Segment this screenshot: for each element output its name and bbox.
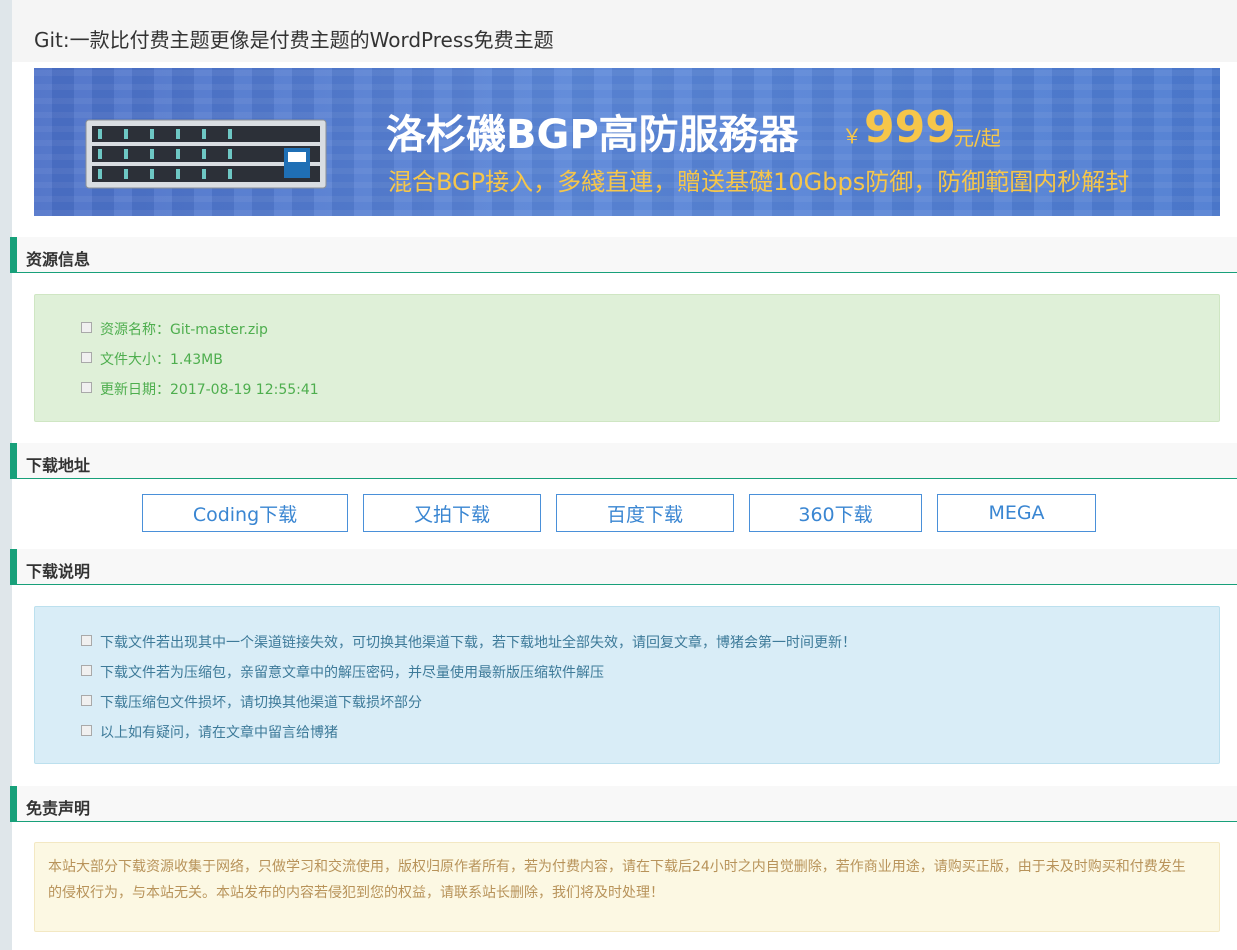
checkbox-icon [81, 695, 92, 706]
instruction-text: 下载压缩包文件损坏，请切换其他渠道下载损坏部分 [100, 695, 422, 711]
resource-name: 资源名称：Git-master.zip [100, 322, 268, 338]
list-item: 以上如有疑问，请在文章中留言给博猪 [81, 722, 338, 742]
360-download-button[interactable]: 360下载 [749, 494, 922, 532]
server-rack-image [85, 119, 327, 189]
disclaimer-box: 本站大部分下载资源收集于网络，只做学习和交流使用，版权归原作者所有，若为付费内容… [34, 842, 1220, 932]
section-header-resource-info: 资源信息 [10, 237, 1237, 273]
title-bar: Git:一款比付费主题更像是付费主题的WordPress免费主题 [12, 0, 1237, 62]
list-item: 更新日期：2017-08-19 12:55:41 [81, 379, 319, 399]
section-title: 下载地址 [26, 456, 91, 475]
baidu-download-button[interactable]: 百度下载 [556, 494, 734, 532]
banner-headline: 洛杉磯BGP高防服務器 [386, 112, 799, 158]
mega-download-button[interactable]: MEGA [937, 494, 1096, 532]
banner-subline: 混合BGP接入，多綫直連，贈送基礎10Gbps防御，防御範圍内秒解封 [388, 168, 1130, 196]
list-item: 下载文件若出现其中一个渠道链接失效，可切换其他渠道下载，若下载地址全部失效，请回… [81, 632, 856, 652]
banner-price-unit: 元/起 [954, 126, 1001, 150]
checkbox-icon [81, 635, 92, 646]
section-header-disclaimer: 免责声明 [10, 786, 1237, 822]
file-size: 文件大小：1.43MB [100, 352, 223, 368]
update-date: 更新日期：2017-08-19 12:55:41 [100, 382, 319, 398]
instruction-text: 下载文件若出现其中一个渠道链接失效，可切换其他渠道下载，若下载地址全部失效，请回… [100, 635, 856, 651]
resource-info-box: 资源名称：Git-master.zip 文件大小：1.43MB 更新日期：201… [34, 294, 1220, 422]
coding-download-button[interactable]: Coding下载 [142, 494, 348, 532]
ad-banner[interactable]: 洛杉磯BGP高防服務器 ￥ 999 元/起 混合BGP接入，多綫直連，贈送基礎1… [34, 68, 1220, 216]
section-title: 免责声明 [26, 799, 91, 818]
instructions-box: 下载文件若出现其中一个渠道链接失效，可切换其他渠道下载，若下载地址全部失效，请回… [34, 606, 1220, 764]
upyun-download-button[interactable]: 又拍下载 [363, 494, 541, 532]
banner-price-symbol: ￥ [842, 124, 862, 148]
section-header-instructions: 下载说明 [10, 549, 1237, 585]
page-title: Git:一款比付费主题更像是付费主题的WordPress免费主题 [34, 28, 554, 52]
disclaimer-text: 本站大部分下载资源收集于网络，只做学习和交流使用，版权归原作者所有，若为付费内容… [48, 859, 1186, 901]
list-item: 文件大小：1.43MB [81, 349, 223, 369]
list-item: 资源名称：Git-master.zip [81, 319, 268, 339]
checkbox-icon [81, 725, 92, 736]
banner-price: 999 [864, 102, 956, 153]
checkbox-icon [81, 352, 92, 363]
section-title: 资源信息 [26, 250, 91, 269]
checkbox-icon [81, 665, 92, 676]
section-header-download: 下载地址 [10, 443, 1237, 479]
checkbox-icon [81, 322, 92, 333]
instruction-text: 以上如有疑问，请在文章中留言给博猪 [100, 725, 338, 741]
list-item: 下载压缩包文件损坏，请切换其他渠道下载损坏部分 [81, 692, 422, 712]
section-title: 下载说明 [26, 562, 91, 581]
instruction-text: 下载文件若为压缩包，亲留意文章中的解压密码，并尽量使用最新版压缩软件解压 [100, 665, 604, 681]
checkbox-icon [81, 382, 92, 393]
page-container: Git:一款比付费主题更像是付费主题的WordPress免费主题 洛杉磯BGP高… [10, 0, 1237, 950]
list-item: 下载文件若为压缩包，亲留意文章中的解压密码，并尽量使用最新版压缩软件解压 [81, 662, 604, 682]
